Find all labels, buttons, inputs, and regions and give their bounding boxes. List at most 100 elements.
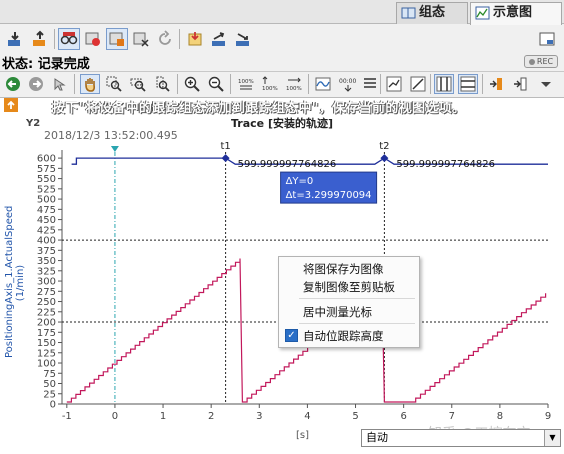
hand-icon <box>85 78 95 92</box>
zoom-100-x-button[interactable]: 100% <box>284 74 304 94</box>
import-button[interactable] <box>232 28 254 50</box>
stop-icon <box>109 32 124 46</box>
y-tick-label: 150 <box>37 338 56 349</box>
y-tick-label: 175 <box>37 328 56 339</box>
y-tick-label: 75 <box>43 369 56 380</box>
record-icon <box>85 32 100 46</box>
tab-config[interactable]: 组态 <box>396 2 468 24</box>
signal-table-icon <box>514 77 527 91</box>
rec-indicator: REC <box>524 55 558 68</box>
diagonal-button[interactable] <box>408 74 428 94</box>
refresh-button[interactable] <box>154 28 176 50</box>
y-tick-label: 275 <box>37 287 56 298</box>
x-tick-label: 8 <box>497 411 503 422</box>
stop-recording-button[interactable] <box>106 28 128 50</box>
download-to-device-button[interactable] <box>4 28 26 50</box>
table-view-button[interactable] <box>360 74 380 94</box>
fit-icon <box>490 78 502 90</box>
svg-text:00:00: 00:00 <box>339 78 356 85</box>
hint-text: 按下"将设备中的跟踪组态添加到跟踪组态中"，保存当前的视图选项。 <box>52 101 466 116</box>
zoom-in-button[interactable] <box>182 74 202 94</box>
x-tick-label: 1 <box>160 411 166 422</box>
vertical-cursors-button[interactable] <box>434 74 454 94</box>
y-tick-label: 0 <box>50 400 56 411</box>
y-tick-label: 575 <box>37 164 56 175</box>
pointer-icon <box>54 78 66 91</box>
menu-item-save-image[interactable]: 将图保存为图像 <box>303 261 384 277</box>
x-axis-unit: [s] <box>296 430 310 441</box>
status-value: 记录完成 <box>37 57 90 72</box>
zoom-out-button[interactable] <box>206 74 226 94</box>
x-tick-label: 5 <box>352 411 358 422</box>
tip-icon <box>4 98 18 112</box>
zoom-100-y-icon: 100% <box>262 76 278 92</box>
cursor-point-2 <box>380 154 389 163</box>
y-tick-label: 50 <box>43 379 56 390</box>
scale-mode-dropdown[interactable]: 自动 ▼ <box>361 429 561 447</box>
cursor-point-1 <box>221 154 230 163</box>
tab-config-label: 组态 <box>419 5 446 20</box>
options-button[interactable] <box>536 74 556 94</box>
upload-from-device-button[interactable] <box>29 28 51 50</box>
import-icon <box>236 33 249 46</box>
zoom-box-icon <box>106 76 122 92</box>
menu-item-auto-height[interactable]: 自动位跟踪高度 <box>303 328 384 344</box>
measure-cursor-button[interactable]: 00:00 <box>338 74 358 94</box>
pan-tool-button[interactable] <box>80 74 100 94</box>
layout-icon <box>539 32 555 46</box>
forward-button[interactable] <box>26 74 46 94</box>
panel-layout-button[interactable] <box>536 28 558 50</box>
add-config-icon <box>188 32 202 46</box>
zoom-y-icon <box>156 76 170 92</box>
menu-item-center-cursor[interactable]: 居中测量光标 <box>303 304 372 320</box>
chart-toolbar: 100% 100% 100% 00:00 <box>0 71 564 97</box>
back-button[interactable] <box>3 74 23 94</box>
status-bar: 状态: 记录完成 REC <box>0 53 564 72</box>
menu-item-copy-image[interactable]: 复制图像至剪贴板 <box>303 279 395 295</box>
y-tick-label: 400 <box>37 236 56 247</box>
refresh-icon <box>159 30 171 45</box>
horizontal-cursors-button[interactable] <box>458 74 478 94</box>
dropdown-icon <box>541 82 551 87</box>
svg-text:100%: 100% <box>238 79 254 85</box>
zoom-x-button[interactable] <box>128 74 148 94</box>
y-tick-label: 450 <box>37 215 56 226</box>
cursor-label-1: t1 <box>220 141 230 152</box>
chevron-down-icon: ▼ <box>544 430 560 446</box>
glasses-icon <box>60 32 78 45</box>
zoom-100-button[interactable]: 100% <box>236 74 256 94</box>
arrow-left-icon <box>6 77 20 91</box>
zoom-box-button[interactable] <box>104 74 124 94</box>
zoom-100-y-button[interactable]: 100% <box>260 74 280 94</box>
x-tick-label: -1 <box>62 411 72 422</box>
signal-table-button[interactable] <box>510 74 530 94</box>
y-tick-label: 125 <box>37 348 56 359</box>
zoom-y-button[interactable] <box>152 74 172 94</box>
monitor-button[interactable] <box>58 28 80 50</box>
y-tick-label: 525 <box>37 184 56 195</box>
export-button[interactable] <box>208 28 230 50</box>
download-icon <box>8 32 20 46</box>
y-tick-label: 225 <box>37 307 56 318</box>
line-chart-button[interactable] <box>384 74 404 94</box>
x-tick-label: 9 <box>545 411 551 422</box>
y-tick-label: 500 <box>37 195 56 206</box>
delta-t-label: Δt=3.299970094 <box>286 190 372 201</box>
start-recording-button[interactable] <box>82 28 104 50</box>
pointer-tool-button[interactable] <box>50 74 70 94</box>
line-chart-icon <box>386 76 402 92</box>
fit-button[interactable] <box>486 74 506 94</box>
tab-diagram[interactable]: 示意图 <box>470 2 562 25</box>
main-toolbar <box>0 25 564 53</box>
auto-scale-button[interactable] <box>313 74 333 94</box>
delete-recording-button[interactable] <box>130 28 152 50</box>
trigger-marker-icon <box>110 146 119 152</box>
delete-icon <box>133 32 149 47</box>
y-tick-label: 25 <box>43 389 56 400</box>
y-tick-label: 600 <box>37 154 56 165</box>
arrow-right-icon <box>29 77 43 91</box>
x-tick-label: 7 <box>449 411 455 422</box>
add-trace-config-button[interactable] <box>184 28 206 50</box>
checkbox-checked-icon[interactable]: ✓ <box>285 329 298 342</box>
svg-text:100%: 100% <box>286 86 302 92</box>
